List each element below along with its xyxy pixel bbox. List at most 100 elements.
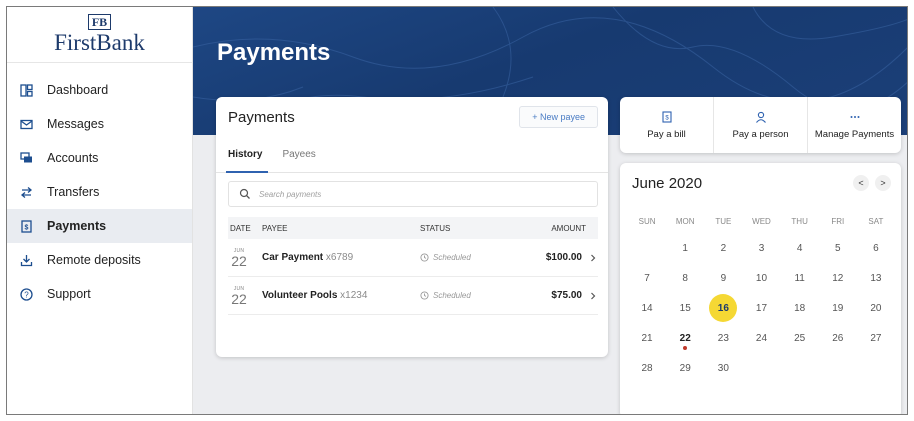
search-input[interactable] [259,189,559,199]
calendar-day[interactable]: 7 [628,263,666,293]
payments-card: Payments + New payee History Payees DATE… [216,97,608,357]
page-title: Payments [217,39,331,66]
calendar-blank-cell [628,233,666,263]
help-icon: ? [19,287,33,301]
accounts-icon [19,151,33,165]
dashboard-icon [19,83,33,97]
calendar-day[interactable]: 3 [742,233,780,263]
sidebar-item-messages[interactable]: Messages [7,107,192,141]
calendar-day[interactable]: 21 [628,323,666,353]
calendar-day[interactable]: 26 [819,323,857,353]
calendar-day[interactable]: 4 [781,233,819,263]
calendar-day[interactable]: 2 [704,233,742,263]
firstbank-logo[interactable]: FB FirstBank [7,7,192,63]
payments-card-title: Payments [228,108,295,126]
calendar-day[interactable]: 9 [704,263,742,293]
weekday-label: SUN [638,217,656,226]
calendar-day[interactable]: 28 [628,353,666,383]
calendar-day[interactable]: 29 [666,353,704,383]
weekday-label: WED [752,217,771,226]
weekday-label: THU [791,217,808,226]
date-day: 22 [231,290,247,307]
search-box[interactable] [228,181,598,207]
chevron-right-icon [591,292,596,299]
sidebar-item-payments[interactable]: $ Payments [7,209,192,243]
main-content: Payments Payments + New payee History Pa… [193,7,907,414]
status-text: Scheduled [433,253,471,262]
calendar-day[interactable]: 10 [742,263,780,293]
calendar-day[interactable]: 13 [857,263,895,293]
payee-account: x1234 [340,290,368,301]
calendar-day[interactable]: 5 [819,233,857,263]
clock-icon [420,253,429,262]
weekday-label: TUE [715,217,732,226]
calendar-day-scheduled[interactable]: 22 [666,323,704,353]
weekday-label: FRI [831,217,845,226]
calendar-day[interactable]: 17 [742,293,780,323]
tab-history[interactable]: History [225,137,269,173]
column-header-payee[interactable]: PAYEE [262,224,420,233]
sidebar-item-label: Remote deposits [47,253,141,267]
payments-icon: $ [19,219,33,233]
status-text: Scheduled [433,291,471,300]
envelope-icon [19,117,33,131]
column-header-status[interactable]: STATUS [420,224,520,233]
pay-a-bill-button[interactable]: $ Pay a bill [620,97,714,153]
tab-payees[interactable]: Payees [282,137,315,172]
calendar-day[interactable]: 25 [781,323,819,353]
status-cell: Scheduled [420,291,520,300]
table-row[interactable]: JUN 22 Volunteer Pools x1234 Scheduled $… [228,277,598,315]
date-cell: JUN 22 [228,248,262,268]
table-header: DATE PAYEE STATUS AMOUNT [228,217,598,239]
manage-payments-button[interactable]: Manage Payments [808,97,901,153]
sidebar-item-dashboard[interactable]: Dashboard [7,73,192,107]
chevron-right-icon [591,254,596,261]
calendar-day[interactable]: 24 [742,323,780,353]
sidebar-item-label: Payments [47,219,107,233]
calendar-day[interactable]: 23 [704,323,742,353]
calendar-day[interactable]: 20 [857,293,895,323]
calendar-day[interactable]: 18 [781,293,819,323]
weekday-label: MON [675,217,695,226]
column-header-date[interactable]: DATE [228,224,262,233]
calendar-day[interactable]: 27 [857,323,895,353]
sidebar-item-remote-deposits[interactable]: Remote deposits [7,243,192,277]
calendar-day[interactable]: 12 [819,263,857,293]
pay-a-person-button[interactable]: Pay a person [714,97,808,153]
calendar-grid: SUN MON TUE WED THU FRI SAT 1 2 3 4 5 6 7 8 9 10 11 12 13 14… [628,217,895,383]
more-dots-icon [850,115,859,118]
sidebar-item-label: Dashboard [47,83,109,97]
calendar-day[interactable]: 15 [666,293,704,323]
svg-text:$: $ [24,224,28,231]
action-label: Manage Payments [814,128,895,140]
amount-value: $75.00 [551,290,582,301]
calendar-day[interactable]: 19 [819,293,857,323]
next-month-button[interactable]: > [875,175,891,191]
action-label: Pay a person [732,128,789,140]
person-icon [755,111,766,123]
status-cell: Scheduled [420,253,520,262]
calendar-month-label: June 2020 [632,174,703,192]
bill-icon: $ [661,110,672,123]
transfer-arrows-icon [19,185,33,199]
column-header-amount[interactable]: AMOUNT [520,224,598,233]
payments-tabs: History Payees [216,137,608,173]
sidebar-item-accounts[interactable]: Accounts [7,141,192,175]
calendar-day[interactable]: 1 [666,233,704,263]
previous-month-button[interactable]: < [853,175,869,191]
table-row[interactable]: JUN 22 Car Payment x6789 Scheduled $100.… [228,239,598,277]
weekday-label: SAT [868,217,884,226]
sidebar-item-support[interactable]: ? Support [7,277,192,311]
calendar-day[interactable]: 14 [628,293,666,323]
calendar-day[interactable]: 11 [781,263,819,293]
calendar-day[interactable]: 8 [666,263,704,293]
sidebar-item-transfers[interactable]: Transfers [7,175,192,209]
payee-cell: Volunteer Pools x1234 [262,290,420,301]
new-payee-button[interactable]: + New payee [519,106,598,128]
amount-cell: $100.00 [520,252,598,263]
calendar-day[interactable]: 30 [704,353,742,383]
action-label: Pay a bill [647,128,686,140]
calendar-day[interactable]: 6 [857,233,895,263]
clock-icon [420,291,429,300]
calendar-day-today[interactable]: 16 [704,293,742,323]
